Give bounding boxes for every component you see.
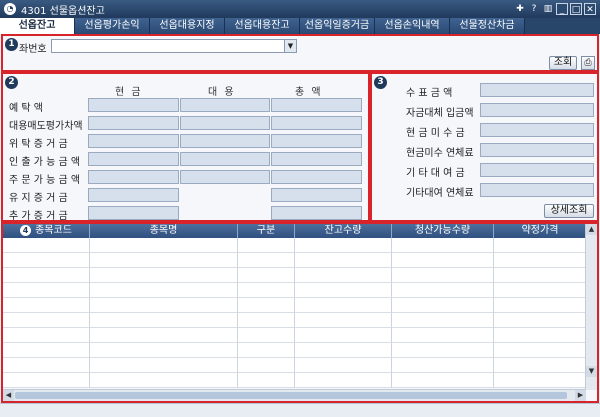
table-row[interactable] bbox=[3, 373, 586, 388]
field-sell-diff-collateral bbox=[180, 116, 270, 130]
column-total: 총 액 bbox=[295, 87, 323, 98]
column-balance-qty[interactable]: 잔고수량 bbox=[295, 224, 392, 238]
column-code-label: 종목코드 bbox=[35, 225, 72, 236]
receivables-panel: 3 수 표 금 액 자금대체 입금액 현 금 미 수 금 현금미수 연체료 기 … bbox=[370, 72, 599, 222]
field-withdrawable-cash bbox=[88, 152, 179, 166]
field-maintenance-total bbox=[271, 188, 362, 202]
field-orderable-cash bbox=[88, 170, 179, 184]
table-row[interactable] bbox=[3, 298, 586, 313]
label-cash-receivable: 현 금 미 수 금 bbox=[406, 128, 465, 139]
label-transfer-deposit: 자금대체 입금액 bbox=[406, 108, 474, 119]
label-orderable: 주 문 가 능 금 액 bbox=[9, 175, 81, 186]
scroll-left-icon[interactable]: ◀ bbox=[3, 390, 14, 401]
positions-grid: 4 종목코드 종목명 구분 잔고수량 청산가능수량 약정가격 bbox=[3, 224, 586, 388]
section-badge-1: 1 bbox=[5, 38, 18, 51]
status-bar bbox=[0, 403, 600, 417]
table-row[interactable] bbox=[3, 343, 586, 358]
field-other-loan bbox=[480, 163, 594, 177]
app-logo-icon: ◔ bbox=[4, 3, 16, 15]
maximize-button[interactable]: □ bbox=[570, 3, 582, 15]
field-other-overdue-fee bbox=[480, 183, 594, 197]
field-deposit-total bbox=[271, 98, 362, 112]
column-contract-price[interactable]: 약정가격 bbox=[494, 224, 586, 238]
horizontal-scrollbar[interactable]: ◀ ▶ bbox=[3, 389, 586, 401]
layout-icon[interactable]: ▥ bbox=[542, 3, 554, 15]
column-closable-qty[interactable]: 청산가능수량 bbox=[392, 224, 494, 238]
window-title: 4301 선물옵션잔고 bbox=[21, 5, 105, 17]
scroll-right-icon[interactable]: ▶ bbox=[575, 390, 586, 401]
section-badge-2: 2 bbox=[5, 76, 18, 89]
minimize-button[interactable]: _ bbox=[556, 3, 568, 15]
field-margin-collateral bbox=[180, 134, 270, 148]
label-other-loan: 기 타 대 여 금 bbox=[406, 168, 465, 179]
grid-header: 4 종목코드 종목명 구분 잔고수량 청산가능수량 약정가격 bbox=[3, 224, 586, 238]
title-bar: ◔ 4301 선물옵션잔고 ✚ ? ▥ _ □ ✕ bbox=[0, 0, 600, 18]
section-badge-4: 4 bbox=[20, 224, 32, 236]
field-cash-receivable bbox=[480, 123, 594, 137]
account-panel: 1 좌번호 ▼ 조회 ⎙ bbox=[1, 34, 599, 72]
field-margin-total bbox=[271, 134, 362, 148]
label-other-overdue-fee: 기타대여 연체료 bbox=[406, 188, 474, 199]
tab-collateral-balance[interactable]: 선옵대용잔고 bbox=[225, 18, 300, 34]
tab-next-day-margin[interactable]: 선옵익일증거금 bbox=[300, 18, 375, 34]
label-check-amount: 수 표 금 액 bbox=[406, 88, 453, 99]
field-sell-diff-total bbox=[271, 116, 362, 130]
tab-balance[interactable]: 선옵잔고 bbox=[0, 18, 75, 34]
field-orderable-total bbox=[271, 170, 362, 184]
table-row[interactable] bbox=[3, 253, 586, 268]
pin-icon[interactable]: ✚ bbox=[514, 3, 526, 15]
field-additional-total bbox=[271, 206, 362, 220]
field-withdrawable-collateral bbox=[180, 152, 270, 166]
label-consignment-margin: 위 탁 증 거 금 bbox=[9, 139, 68, 150]
column-collateral: 대 용 bbox=[208, 87, 236, 98]
deposit-panel: 2 현 금 대 용 총 액 예 탁 액 대용매도평가차액 위 탁 증 거 금 인… bbox=[1, 72, 370, 222]
field-sell-diff-cash bbox=[88, 116, 179, 130]
field-additional-cash bbox=[88, 206, 179, 220]
label-deposit: 예 탁 액 bbox=[9, 103, 43, 114]
label-collateral-sell-diff: 대용매도평가차액 bbox=[9, 121, 83, 132]
table-row[interactable] bbox=[3, 328, 586, 343]
field-deposit-cash bbox=[88, 98, 179, 112]
scroll-down-icon[interactable]: ▼ bbox=[586, 366, 597, 377]
help-icon[interactable]: ? bbox=[528, 3, 540, 15]
field-orderable-collateral bbox=[180, 170, 270, 184]
column-name[interactable]: 종목명 bbox=[90, 224, 238, 238]
label-additional-margin: 추 가 증 거 금 bbox=[9, 211, 68, 222]
label-cash-overdue-fee: 현금미수 연체료 bbox=[406, 148, 474, 159]
scroll-up-icon[interactable]: ▲ bbox=[586, 224, 597, 235]
label-maintenance-margin: 유 지 증 거 금 bbox=[9, 193, 68, 204]
field-transfer-deposit bbox=[480, 103, 594, 117]
field-cash-overdue-fee bbox=[480, 143, 594, 157]
chevron-down-icon[interactable]: ▼ bbox=[284, 40, 296, 52]
field-maintenance-cash bbox=[88, 188, 179, 202]
label-withdrawable: 인 출 가 능 금 액 bbox=[9, 157, 81, 168]
tab-pnl-history[interactable]: 선옵손익내역 bbox=[375, 18, 450, 34]
tab-valuation-pnl[interactable]: 선옵평가손익 bbox=[75, 18, 150, 34]
table-row[interactable] bbox=[3, 358, 586, 373]
field-margin-cash bbox=[88, 134, 179, 148]
field-withdrawable-total bbox=[271, 152, 362, 166]
account-select[interactable]: ▼ bbox=[51, 39, 297, 53]
column-code[interactable]: 4 종목코드 bbox=[3, 224, 90, 238]
column-type[interactable]: 구분 bbox=[238, 224, 295, 238]
query-button[interactable]: 조회 bbox=[549, 56, 577, 70]
section-badge-3: 3 bbox=[374, 76, 387, 89]
column-cash: 현 금 bbox=[115, 87, 143, 98]
detail-query-button[interactable]: 상세조회 bbox=[544, 204, 594, 218]
printer-icon[interactable]: ⎙ bbox=[581, 56, 595, 70]
field-check-amount bbox=[480, 83, 594, 97]
table-row[interactable] bbox=[3, 238, 586, 253]
tab-bar: 선옵잔고 선옵평가손익 선옵대용지정 선옵대용잔고 선옵익일증거금 선옵손익내역… bbox=[0, 18, 600, 34]
tab-futures-settlement[interactable]: 선물정산차금 bbox=[450, 18, 525, 34]
positions-panel: 4 종목코드 종목명 구분 잔고수량 청산가능수량 약정가격 ▲ ▼ ◀ ▶ bbox=[1, 222, 599, 403]
account-label: 좌번호 bbox=[19, 44, 47, 55]
table-row[interactable] bbox=[3, 268, 586, 283]
scroll-thumb[interactable] bbox=[15, 392, 567, 399]
tab-collateral-designation[interactable]: 선옵대용지정 bbox=[150, 18, 225, 34]
close-button[interactable]: ✕ bbox=[584, 3, 596, 15]
table-row[interactable] bbox=[3, 283, 586, 298]
field-deposit-collateral bbox=[180, 98, 270, 112]
vertical-scrollbar[interactable]: ▲ ▼ bbox=[585, 224, 597, 390]
table-row[interactable] bbox=[3, 313, 586, 328]
